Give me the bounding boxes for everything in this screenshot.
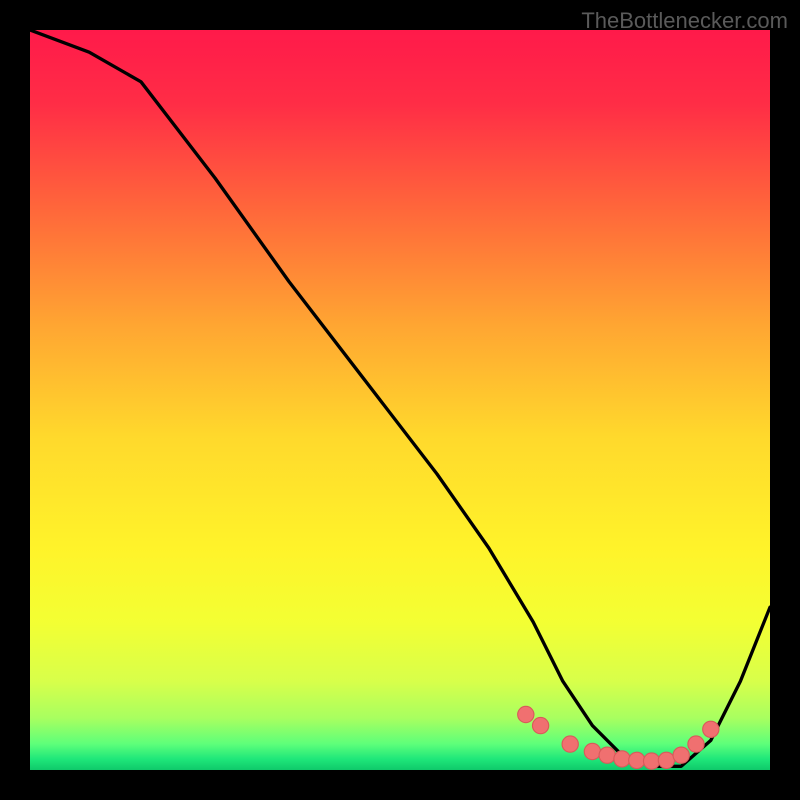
optimal-marker (599, 747, 615, 763)
watermark-text: TheBottlenecker.com (581, 8, 788, 34)
optimal-marker (643, 753, 659, 769)
chart-svg (30, 30, 770, 770)
optimal-marker (688, 736, 704, 752)
optimal-marker (532, 717, 548, 733)
optimal-marker (658, 752, 674, 768)
optimal-marker (614, 751, 630, 767)
optimal-marker (518, 706, 534, 722)
optimal-marker (703, 721, 719, 737)
optimal-marker (629, 752, 645, 768)
optimal-marker (673, 747, 689, 763)
optimal-marker (584, 743, 600, 759)
optimal-marker (562, 736, 578, 752)
plot-area (30, 30, 770, 770)
bottleneck-curve (30, 30, 770, 766)
